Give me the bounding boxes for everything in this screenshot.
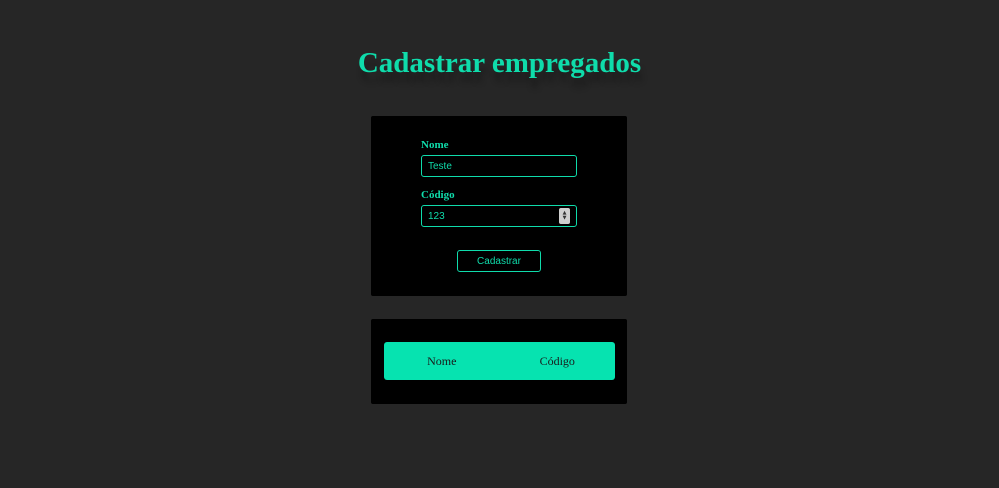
column-header-name: Nome (427, 353, 457, 368)
employee-form: Nome Código ▲ ▼ Cadastrar (371, 116, 627, 296)
employee-table: Nome Código (371, 319, 627, 404)
column-header-code: Código (539, 353, 575, 368)
code-label: Código (421, 189, 455, 201)
page-title: Cadastrar empregados (357, 47, 642, 79)
stepper-down-icon[interactable]: ▼ (563, 216, 567, 221)
table-header: Nome Código (384, 342, 615, 380)
code-stepper[interactable]: ▲ ▼ (559, 208, 570, 224)
name-input[interactable] (421, 155, 577, 177)
name-label: Nome (421, 139, 449, 151)
submit-button[interactable]: Cadastrar (457, 250, 541, 272)
code-input[interactable] (421, 205, 577, 227)
